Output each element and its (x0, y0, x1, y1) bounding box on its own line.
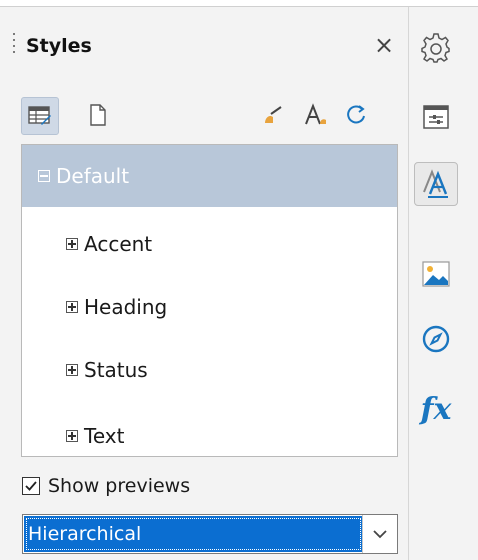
tree-item-heading[interactable]: Heading (22, 276, 397, 338)
page-styles-button[interactable] (80, 97, 116, 133)
functions-icon: fx (420, 391, 452, 427)
chevron-down-icon (373, 530, 387, 539)
expand-icon[interactable] (66, 430, 78, 442)
show-previews-label: Show previews (48, 475, 191, 497)
panel-grip-handle[interactable] (12, 33, 16, 63)
update-style-button[interactable] (338, 97, 374, 133)
expand-icon[interactable] (66, 301, 78, 313)
tree-item-label: Default (56, 164, 130, 188)
sidebar-navigator-button[interactable] (414, 317, 458, 361)
tree-item-status[interactable]: Status (22, 339, 397, 401)
checkmark-icon (25, 481, 37, 491)
paragraph-styles-button[interactable] (21, 97, 59, 135)
style-filter-value: Hierarchical (24, 516, 363, 552)
settings-gear-icon (421, 33, 450, 63)
sidebar-gallery-button[interactable] (414, 252, 458, 296)
tree-item-label: Accent (84, 232, 153, 256)
close-panel-button[interactable]: × (370, 31, 398, 59)
gallery-icon (422, 261, 450, 287)
tree-item-text[interactable]: Text (22, 405, 397, 456)
tree-item-label: Text (84, 424, 125, 448)
sidebar-deck: fx (409, 7, 478, 560)
navigator-icon (422, 325, 450, 353)
expand-icon[interactable] (66, 364, 78, 376)
sidebar-styles-button[interactable] (414, 162, 458, 206)
new-style-icon (305, 103, 326, 125)
paragraph-styles-icon (28, 106, 51, 125)
show-previews-toggle[interactable]: Show previews (22, 475, 190, 497)
sidebar-settings-button[interactable] (414, 27, 458, 71)
panel-title: Styles (26, 35, 92, 57)
styles-icon (423, 169, 448, 198)
fill-format-button[interactable] (255, 97, 291, 133)
fill-format-icon (265, 106, 282, 123)
styles-panel: Styles × Default Accent Heading Status T… (0, 7, 408, 560)
style-tree[interactable]: Default Accent Heading Status Text (21, 144, 398, 457)
style-filter-select[interactable]: Hierarchical (22, 514, 398, 554)
sidebar-properties-button[interactable] (414, 95, 458, 139)
tree-item-default[interactable]: Default (22, 145, 397, 207)
properties-icon (423, 105, 449, 129)
show-previews-checkbox[interactable] (22, 477, 40, 495)
tree-item-accent[interactable]: Accent (22, 213, 397, 275)
tree-item-label: Status (84, 358, 148, 382)
collapse-icon[interactable] (38, 170, 50, 182)
sidebar-functions-button[interactable]: fx (414, 387, 458, 431)
page-styles-icon (90, 104, 106, 126)
expand-icon[interactable] (66, 238, 78, 250)
new-style-button[interactable] (298, 97, 334, 133)
update-style-icon (347, 105, 365, 124)
tree-item-label: Heading (84, 295, 168, 319)
window-top-edge (0, 0, 478, 7)
dropdown-button[interactable] (362, 515, 397, 553)
